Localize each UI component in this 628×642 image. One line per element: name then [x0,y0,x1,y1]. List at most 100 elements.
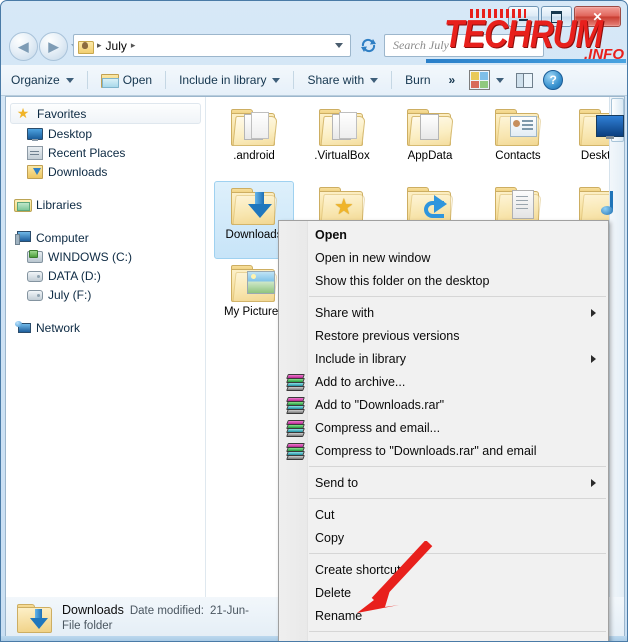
sidebar-label-network: Network [36,320,81,335]
preview-pane-button[interactable] [508,65,541,95]
menu-item-send-to[interactable]: Send to [279,471,608,494]
folder-icon [230,263,278,303]
status-item-name: Downloads [62,603,124,617]
search-input[interactable]: Search July [384,34,544,57]
menu-item-cut[interactable]: Cut [279,503,608,526]
back-icon: ◀ [18,38,29,54]
sidebar-item-downloads[interactable]: Downloads [6,162,205,181]
sidebar-label-windows-c: WINDOWS (C:) [48,249,132,264]
winrar-icon [286,396,305,414]
menu-label: Send to [315,475,359,490]
refresh-icon [360,38,376,53]
minimize-button[interactable] [508,6,539,27]
sidebar-label-data-d: DATA (D:) [48,268,101,283]
file-item-android[interactable]: .android [214,103,294,181]
contact-card-overlay-icon [510,116,537,137]
sidebar-item-favorites[interactable]: ★ Favorites [10,103,201,124]
sidebar-item-windows-c[interactable]: WINDOWS (C:) [6,247,205,266]
file-item-contacts[interactable]: Contacts [478,103,558,181]
maximize-button[interactable] [541,6,572,27]
menu-label: Restore previous versions [315,328,460,343]
recent-places-icon [26,145,43,160]
menu-item-rename[interactable]: Rename [279,604,608,627]
menu-item-restore-previous-versions[interactable]: Restore previous versions [279,324,608,347]
back-button[interactable]: ◀ [9,32,38,61]
sidebar-item-july-f[interactable]: July (F:) [6,285,205,304]
sidebar-item-desktop[interactable]: Desktop [6,124,205,143]
nav-group-libraries: Libraries [6,195,205,214]
forward-button[interactable]: ▶ [39,32,68,61]
organize-button[interactable]: Organize [1,65,84,95]
menu-label: Open in new window [315,250,431,265]
help-icon: ? [543,70,564,90]
organize-label: Organize [11,73,60,87]
breadcrumb-next-icon[interactable]: ▸ [131,40,136,51]
include-in-library-label: Include in library [179,73,267,87]
folder-icon [230,186,278,226]
file-item-appdata[interactable]: AppData [390,103,470,181]
nav-group-network: Network [6,318,205,337]
menu-item-open[interactable]: Open [279,223,608,246]
chevron-right-icon [591,354,596,363]
folder-icon [406,107,454,147]
preview-pane-icon [516,72,534,88]
menu-label: Compress to "Downloads.rar" and email [315,443,537,458]
chevron-right-icon [591,308,596,317]
include-in-library-button[interactable]: Include in library [169,65,290,95]
view-icon [469,70,491,90]
nav-buttons: ◀ ▶ [9,32,79,61]
sidebar-item-computer[interactable]: Computer [6,228,205,247]
toolbar-overflow-button[interactable]: » [441,73,464,87]
menu-item-compress-to-downloads-rar-and-email[interactable]: Compress to "Downloads.rar" and email [279,439,608,462]
file-label: AppData [407,150,453,162]
help-button[interactable]: ? [541,65,571,95]
refresh-button[interactable] [356,34,380,57]
menu-item-compress-and-email[interactable]: Compress and email... [279,416,608,439]
vertical-scrollbar[interactable] [609,97,624,603]
monitor-icon [26,126,43,141]
sidebar-item-data-d[interactable]: DATA (D:) [6,266,205,285]
file-item-virtualbox[interactable]: .VirtualBox [302,103,382,181]
context-menu[interactable]: Open Open in new window Show this folder… [278,220,609,642]
folder-icon [494,107,542,147]
drive-icon [26,268,43,283]
address-bar[interactable]: ▸ July ▸ [73,34,351,57]
menu-item-share-with[interactable]: Share with [279,301,608,324]
sidebar-item-network[interactable]: Network [6,318,205,337]
share-with-button[interactable]: Share with [297,65,388,95]
menu-item-open-in-new-window[interactable]: Open in new window [279,246,608,269]
status-details: Downloads Date modified: 21-Jun- File fo… [62,603,249,632]
chevron-down-icon [65,77,74,83]
sidebar-label-downloads: Downloads [48,164,108,179]
network-icon [14,320,31,335]
breadcrumb-current[interactable]: July [106,39,127,53]
menu-item-add-to-downloads-rar[interactable]: Add to "Downloads.rar" [279,393,608,416]
menu-item-include-in-library[interactable]: Include in library [279,347,608,370]
change-view-button[interactable] [463,65,508,95]
folder-icon [406,185,454,225]
sidebar-item-libraries[interactable]: Libraries [6,195,205,214]
sidebar-item-recent-places[interactable]: Recent Places [6,143,205,162]
folder-icon: ★ [318,185,366,225]
menu-item-copy[interactable]: Copy [279,526,608,549]
menu-label: Include in library [315,351,407,366]
menu-separator [309,466,606,467]
open-button[interactable]: Open [91,65,162,95]
menu-item-create-shortcut[interactable]: Create shortcut [279,558,608,581]
downloads-folder-icon [26,164,43,179]
address-dropdown-caret-icon[interactable] [335,43,343,48]
file-label: Downloads [225,229,283,241]
menu-item-properties[interactable]: Properties [279,636,608,642]
menu-separator [309,631,606,632]
menu-item-show-on-desktop[interactable]: Show this folder on the desktop [279,269,608,292]
sidebar-label-recent-places: Recent Places [48,145,126,160]
close-button[interactable]: ✕ [574,6,621,27]
menu-item-add-to-archive[interactable]: Add to archive... [279,370,608,393]
burn-button[interactable]: Burn [395,65,440,95]
menu-item-delete[interactable]: Delete [279,581,608,604]
breadcrumb-separator-icon: ▸ [97,40,102,50]
share-with-label: Share with [307,73,365,87]
status-meta-label: Date modified: [129,605,204,617]
